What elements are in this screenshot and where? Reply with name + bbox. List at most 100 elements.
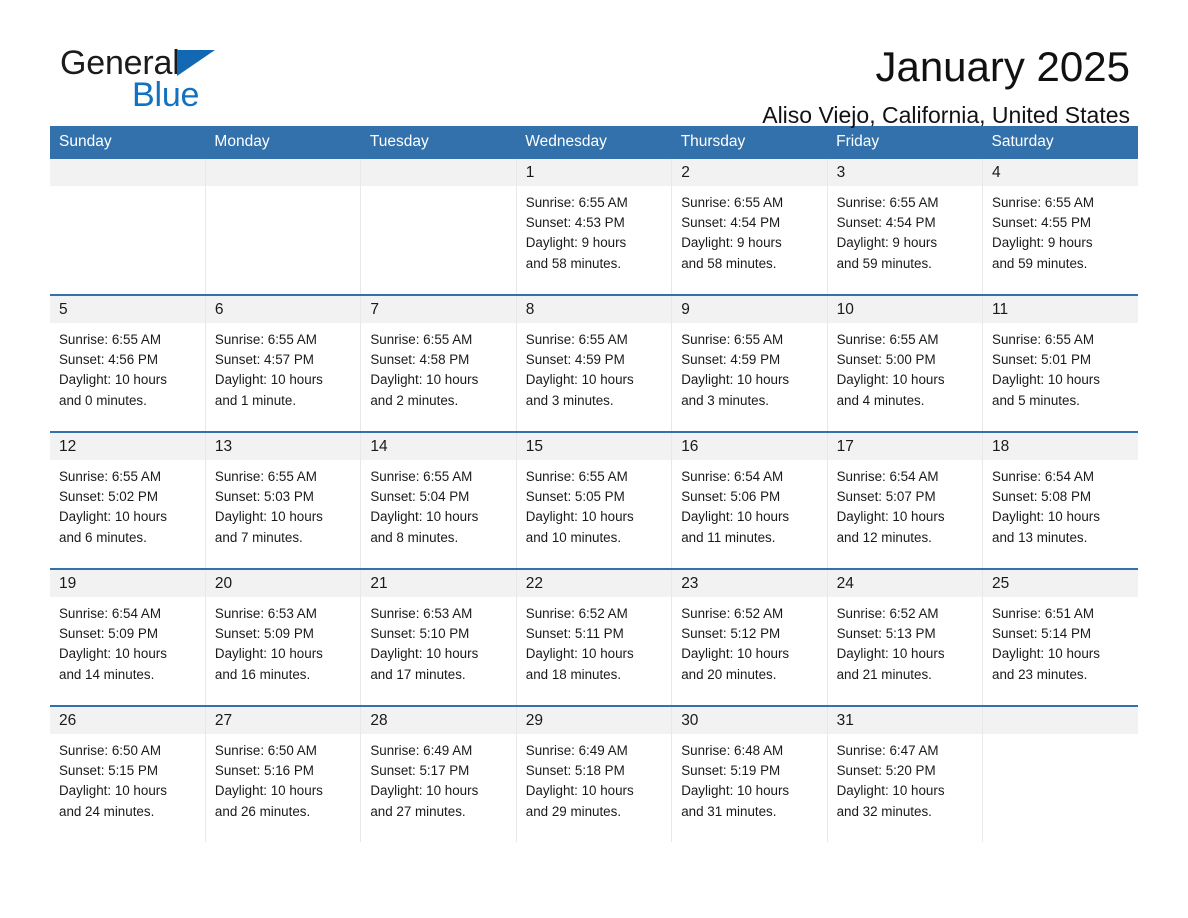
calendar-day-cell[interactable]: 31 Sunrise: 6:47 AM Sunset: 5:20 PM Dayl… (827, 705, 984, 842)
sunset-line: Sunset: 5:19 PM (681, 763, 781, 779)
title-block: January 2025 Aliso Viejo, California, Un… (762, 42, 1130, 130)
day-number: 2 (672, 159, 827, 186)
calendar-day-cell[interactable]: 18 Sunrise: 6:54 AM Sunset: 5:08 PM Dayl… (982, 431, 1138, 569)
daylight-line-1: Daylight: 10 hours (836, 646, 945, 662)
logo-text-general: General (60, 44, 180, 82)
calendar-day-cell[interactable]: 12 Sunrise: 6:55 AM Sunset: 5:02 PM Dayl… (50, 431, 206, 569)
calendar-day-cell[interactable]: 23 Sunrise: 6:52 AM Sunset: 5:12 PM Dayl… (671, 568, 828, 706)
calendar-day-cell[interactable]: 13 Sunrise: 6:55 AM Sunset: 5:03 PM Dayl… (205, 431, 362, 569)
sunrise-line: Sunrise: 6:55 AM (370, 332, 473, 347)
calendar-day-cell[interactable]: 11 Sunrise: 6:55 AM Sunset: 5:01 PM Dayl… (982, 294, 1138, 432)
calendar-day-cell[interactable]: 6 Sunrise: 6:55 AM Sunset: 4:57 PM Dayli… (205, 294, 362, 432)
calendar-page: General Blue January 2025 Aliso Viejo, C… (0, 0, 1188, 918)
daylight-line-1: Daylight: 10 hours (214, 783, 323, 799)
weekday-header-tuesday: Tuesday (360, 126, 517, 159)
calendar-day-cell[interactable]: 16 Sunrise: 6:54 AM Sunset: 5:06 PM Dayl… (671, 431, 828, 569)
calendar-day-cell[interactable]: 20 Sunrise: 6:53 AM Sunset: 5:09 PM Dayl… (205, 568, 362, 706)
day-number (205, 159, 361, 186)
calendar-day-cell[interactable]: 15 Sunrise: 6:55 AM Sunset: 5:05 PM Dayl… (516, 431, 673, 569)
calendar-day-cell[interactable]: 26 Sunrise: 6:50 AM Sunset: 5:15 PM Dayl… (50, 705, 206, 842)
calendar-day-cell[interactable]: 24 Sunrise: 6:52 AM Sunset: 5:13 PM Dayl… (827, 568, 984, 706)
sunrise-line: Sunrise: 6:55 AM (370, 469, 473, 484)
sunset-line: Sunset: 5:13 PM (836, 626, 936, 642)
calendar-day-cell[interactable]: 19 Sunrise: 6:54 AM Sunset: 5:09 PM Dayl… (50, 568, 206, 706)
sunrise-line: Sunrise: 6:49 AM (525, 743, 628, 758)
calendar-day-cell[interactable]: 1 Sunrise: 6:55 AM Sunset: 4:53 PM Dayli… (516, 159, 673, 295)
daylight-line-2: and 13 minutes. (992, 529, 1088, 545)
day-number: 14 (361, 433, 516, 460)
calendar-day-cell[interactable]: 17 Sunrise: 6:54 AM Sunset: 5:07 PM Dayl… (827, 431, 984, 569)
daylight-line-1: Daylight: 10 hours (214, 646, 323, 662)
sunset-line: Sunset: 5:20 PM (836, 763, 936, 779)
day-details: Sunrise: 6:55 AM Sunset: 4:59 PM Dayligh… (672, 323, 826, 411)
daylight-line-1: Daylight: 10 hours (59, 509, 167, 525)
calendar-week-row: 26 Sunrise: 6:50 AM Sunset: 5:15 PM Dayl… (50, 705, 1138, 842)
calendar-day-cell[interactable]: 4 Sunrise: 6:55 AM Sunset: 4:55 PM Dayli… (982, 159, 1138, 295)
sunrise-line: Sunrise: 6:49 AM (370, 743, 473, 758)
sunrise-line: Sunrise: 6:55 AM (992, 195, 1095, 210)
sunset-line: Sunset: 5:10 PM (370, 626, 470, 642)
calendar-day-cell[interactable]: 27 Sunrise: 6:50 AM Sunset: 5:16 PM Dayl… (205, 705, 362, 842)
calendar-day-cell[interactable] (205, 159, 362, 295)
daylight-line-2: and 11 minutes. (681, 529, 776, 545)
sunset-line: Sunset: 5:02 PM (59, 489, 158, 505)
calendar-day-cell[interactable]: 8 Sunrise: 6:55 AM Sunset: 4:59 PM Dayli… (516, 294, 673, 432)
day-details: Sunrise: 6:55 AM Sunset: 5:04 PM Dayligh… (361, 460, 515, 548)
calendar-day-cell[interactable]: 7 Sunrise: 6:55 AM Sunset: 4:58 PM Dayli… (360, 294, 517, 432)
calendar-week-row: 5 Sunrise: 6:55 AM Sunset: 4:56 PM Dayli… (50, 294, 1138, 432)
calendar-day-cell[interactable]: 14 Sunrise: 6:55 AM Sunset: 5:04 PM Dayl… (360, 431, 517, 569)
calendar-day-cell[interactable]: 3 Sunrise: 6:55 AM Sunset: 4:54 PM Dayli… (827, 159, 984, 295)
day-number: 13 (205, 433, 361, 460)
day-number: 3 (827, 159, 983, 186)
day-details: Sunrise: 6:54 AM Sunset: 5:09 PM Dayligh… (50, 597, 205, 685)
daylight-line-1: Daylight: 10 hours (214, 509, 323, 525)
calendar-day-cell[interactable]: 29 Sunrise: 6:49 AM Sunset: 5:18 PM Dayl… (516, 705, 673, 842)
sunrise-line: Sunrise: 6:55 AM (836, 195, 939, 210)
day-details: Sunrise: 6:53 AM Sunset: 5:10 PM Dayligh… (361, 597, 515, 685)
sunset-line: Sunset: 5:00 PM (836, 352, 936, 368)
daylight-line-1: Daylight: 10 hours (525, 646, 634, 662)
sunset-line: Sunset: 5:16 PM (214, 763, 314, 779)
day-details: Sunrise: 6:55 AM Sunset: 4:56 PM Dayligh… (50, 323, 205, 411)
day-number (361, 159, 516, 186)
day-number: 23 (672, 570, 827, 597)
calendar-day-cell[interactable]: 22 Sunrise: 6:52 AM Sunset: 5:11 PM Dayl… (516, 568, 673, 706)
daylight-line-2: and 26 minutes. (214, 803, 311, 819)
calendar-day-cell[interactable]: 28 Sunrise: 6:49 AM Sunset: 5:17 PM Dayl… (360, 705, 517, 842)
calendar-day-cell[interactable] (50, 159, 206, 295)
sunrise-line: Sunrise: 6:52 AM (525, 606, 628, 621)
weekday-header-saturday: Saturday (982, 126, 1138, 159)
sunrise-line: Sunrise: 6:55 AM (992, 332, 1095, 347)
daylight-line-2: and 21 minutes. (836, 666, 932, 682)
daylight-line-2: and 4 minutes. (836, 392, 925, 408)
calendar-day-cell[interactable] (360, 159, 517, 295)
sunrise-line: Sunrise: 6:50 AM (214, 743, 317, 758)
calendar-day-cell[interactable]: 21 Sunrise: 6:53 AM Sunset: 5:10 PM Dayl… (360, 568, 517, 706)
daylight-line-2: and 20 minutes. (681, 666, 777, 682)
daylight-line-1: Daylight: 10 hours (370, 509, 479, 525)
daylight-line-1: Daylight: 10 hours (525, 372, 634, 388)
day-details: Sunrise: 6:55 AM Sunset: 4:55 PM Dayligh… (983, 186, 1138, 274)
day-details: Sunrise: 6:55 AM Sunset: 4:57 PM Dayligh… (206, 323, 360, 411)
day-details: Sunrise: 6:55 AM Sunset: 4:54 PM Dayligh… (672, 186, 826, 274)
general-blue-logo[interactable]: General Blue (60, 44, 360, 124)
sunset-line: Sunset: 5:08 PM (992, 489, 1092, 505)
calendar-day-cell[interactable]: 30 Sunrise: 6:48 AM Sunset: 5:19 PM Dayl… (671, 705, 828, 842)
weekday-header-monday: Monday (205, 126, 361, 159)
day-number: 9 (672, 296, 827, 323)
calendar-day-cell[interactable]: 5 Sunrise: 6:55 AM Sunset: 4:56 PM Dayli… (50, 294, 206, 432)
calendar-day-cell[interactable]: 9 Sunrise: 6:55 AM Sunset: 4:59 PM Dayli… (671, 294, 828, 432)
calendar-day-cell[interactable]: 2 Sunrise: 6:55 AM Sunset: 4:54 PM Dayli… (671, 159, 828, 295)
daylight-line-1: Daylight: 10 hours (836, 509, 945, 525)
day-number: 25 (983, 570, 1138, 597)
calendar-day-cell[interactable]: 10 Sunrise: 6:55 AM Sunset: 5:00 PM Dayl… (827, 294, 984, 432)
daylight-line-1: Daylight: 10 hours (525, 509, 634, 525)
day-number: 6 (205, 296, 361, 323)
sunrise-line: Sunrise: 6:53 AM (214, 606, 317, 621)
sunrise-line: Sunrise: 6:55 AM (214, 332, 317, 347)
sunset-line: Sunset: 5:17 PM (370, 763, 470, 779)
day-number: 16 (672, 433, 827, 460)
daylight-line-2: and 3 minutes. (525, 392, 614, 408)
calendar-day-cell[interactable]: 25 Sunrise: 6:51 AM Sunset: 5:14 PM Dayl… (982, 568, 1138, 706)
calendar-day-cell[interactable] (982, 705, 1138, 842)
